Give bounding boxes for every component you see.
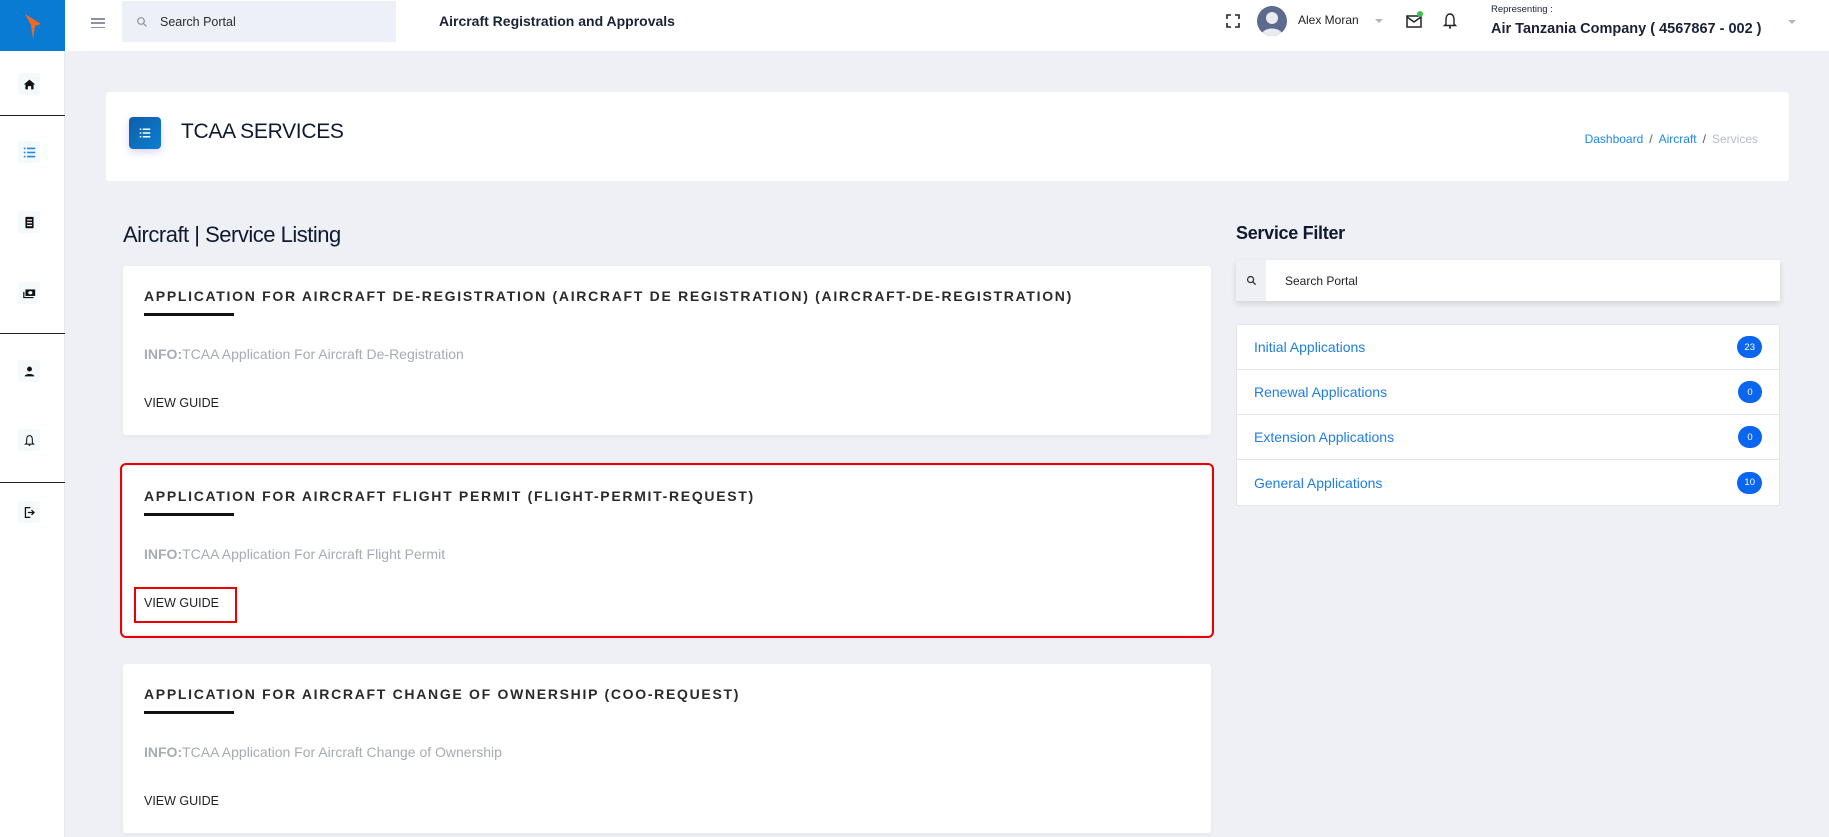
representing-company[interactable]: Air Tanzania Company ( 4567867 - 002 ) [1491,21,1762,37]
top-search-input[interactable] [160,14,380,29]
title-underline [144,313,234,316]
user-name[interactable]: Alex Moran [1298,13,1359,27]
filter-search-icon-wrap [1236,260,1266,301]
breadcrumb: Dashboard / Aircraft / Services [1585,132,1758,146]
menu-toggle-icon[interactable] [91,16,105,30]
page-title: TCAA SERVICES [181,120,344,143]
logo-icon [24,13,41,39]
service-info: INFO:TCAA Application For Aircraft De-Re… [144,346,464,362]
avatar[interactable] [1257,6,1287,36]
user-menu-caret-icon[interactable] [1375,19,1383,23]
breadcrumb-dashboard[interactable]: Dashboard [1585,132,1644,146]
service-title: APPLICATION FOR AIRCRAFT DE-REGISTRATION… [144,288,1073,304]
filter-search-box [1236,260,1780,301]
filter-item-renewal[interactable]: Renewal Applications 0 [1237,370,1779,415]
document-icon [24,216,34,228]
service-info: INFO:TCAA Application For Aircraft Fligh… [144,546,445,562]
filter-search-input[interactable] [1285,273,1765,288]
sidebar-item-logout[interactable] [18,501,40,523]
service-title: APPLICATION FOR AIRCRAFT FLIGHT PERMIT (… [144,488,755,504]
sidebar-divider [0,115,65,116]
count-badge: 0 [1738,426,1762,448]
filter-item-extension[interactable]: Extension Applications 0 [1237,415,1779,460]
home-icon [23,79,35,89]
service-info: INFO:TCAA Application For Aircraft Chang… [144,744,502,760]
info-label: INFO: [144,744,183,760]
sidebar-item-profile[interactable] [18,360,40,382]
services-badge [129,117,161,149]
bell-icon [23,434,35,446]
list-icon [139,128,151,138]
info-label: INFO: [144,346,183,362]
fullscreen-icon[interactable] [1225,13,1241,29]
info-text: TCAA Application For Aircraft Flight Per… [182,546,446,562]
filter-list: Initial Applications 23 Renewal Applicat… [1236,324,1780,506]
logo[interactable] [0,0,65,51]
title-underline [144,711,234,714]
filter-title: Service Filter [1236,223,1345,243]
sidebar-item-home[interactable] [18,73,40,95]
view-guide-button[interactable]: VIEW GUIDE [144,596,219,610]
sidebar-divider [0,333,65,334]
list-icon [23,147,35,157]
money-icon [22,288,35,298]
breadcrumb-separator: / [1702,132,1706,146]
representing-label: Representing : [1491,4,1553,15]
user-icon [24,366,34,376]
filter-label: General Applications [1254,474,1383,491]
view-guide-button[interactable]: VIEW GUIDE [144,794,219,808]
mail-notification-dot [1417,11,1423,17]
title-underline [144,513,234,516]
company-switch-caret-icon[interactable] [1788,20,1796,24]
info-text: TCAA Application For Aircraft De-Registr… [182,346,464,362]
filter-label: Initial Applications [1254,339,1366,355]
top-bar: Aircraft Registration and Approvals Alex… [65,0,1829,51]
logout-icon [24,506,35,518]
breadcrumb-separator: / [1649,132,1653,146]
count-badge: 10 [1737,471,1762,494]
sidebar-item-services[interactable] [18,141,40,163]
top-search-box [122,1,396,42]
listing-title: Aircraft | Service Listing [123,222,341,247]
sidebar-divider [0,482,65,483]
filter-item-initial[interactable]: Initial Applications 23 [1237,325,1779,370]
sidebar-item-payments[interactable] [18,282,40,304]
count-badge: 0 [1738,381,1762,403]
search-icon [137,16,147,27]
filter-label: Renewal Applications [1254,384,1388,400]
sidebar-item-notifications[interactable] [18,429,40,451]
breadcrumb-aircraft[interactable]: Aircraft [1659,132,1697,146]
user-avatar-icon [1261,12,1283,36]
service-card: APPLICATION FOR AIRCRAFT CHANGE OF OWNER… [123,664,1211,833]
filter-label: Extension Applications [1254,429,1395,445]
service-title: APPLICATION FOR AIRCRAFT CHANGE OF OWNER… [144,686,741,702]
info-text: TCAA Application For Aircraft Change of … [182,744,502,760]
search-icon [1246,275,1256,286]
page-title-card: TCAA SERVICES Dashboard / Aircraft / Service… [106,92,1789,181]
filter-item-general[interactable]: General Applications 10 [1237,460,1779,505]
sidebar-item-documents[interactable] [18,211,40,233]
page-heading: Aircraft Registration and Approvals [439,13,675,29]
info-label: INFO: [144,546,183,562]
service-card: APPLICATION FOR AIRCRAFT DE-REGISTRATION… [123,266,1211,435]
sidebar [0,0,65,837]
breadcrumb-services: Services [1711,132,1758,146]
service-card: APPLICATION FOR AIRCRAFT FLIGHT PERMIT (… [120,463,1214,638]
count-badge: 23 [1737,336,1762,358]
view-guide-button[interactable]: VIEW GUIDE [144,396,219,410]
notification-bell-icon[interactable] [1441,12,1459,30]
